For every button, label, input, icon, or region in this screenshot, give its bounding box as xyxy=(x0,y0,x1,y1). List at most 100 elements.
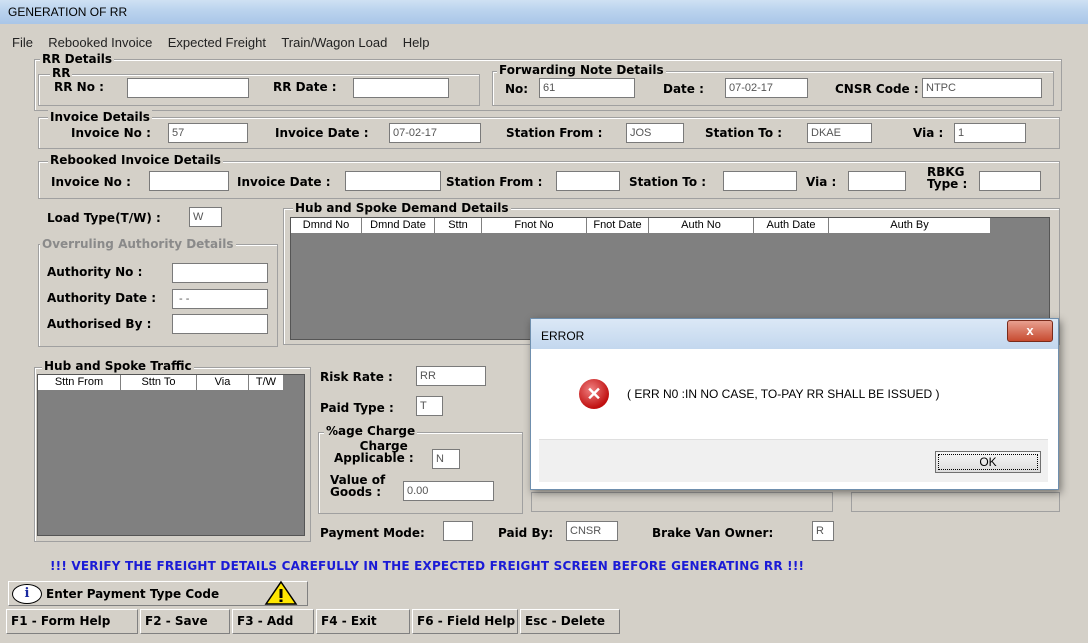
load-type-input[interactable] xyxy=(189,207,222,227)
menu-help[interactable]: Help xyxy=(403,35,430,50)
authority-date-input[interactable] xyxy=(172,289,268,309)
load-type-label: Load Type(T/W) : xyxy=(47,211,161,225)
invoice-no-input[interactable] xyxy=(168,123,248,143)
col-fnot-date[interactable]: Fnot Date xyxy=(587,218,649,234)
via-label: Via : xyxy=(913,126,944,140)
invoice-no-label: Invoice No : xyxy=(71,126,151,140)
authority-no-input[interactable] xyxy=(172,263,268,283)
rebooked-via-input[interactable] xyxy=(848,171,906,191)
menu-rebooked-invoice[interactable]: Rebooked Invoice xyxy=(48,35,152,50)
invoice-date-label: Invoice Date : xyxy=(275,126,369,140)
col-fnot-no[interactable]: Fnot No xyxy=(482,218,587,234)
col-dmnd-date[interactable]: Dmnd Date xyxy=(362,218,435,234)
rr-details-legend: RR Details xyxy=(40,52,114,66)
menu-file[interactable]: File xyxy=(12,35,33,50)
warning-icon xyxy=(264,580,298,606)
col-auth-by[interactable]: Auth By xyxy=(829,218,991,234)
error-dialog-titlebar: ERROR x xyxy=(531,319,1058,349)
station-to-input[interactable] xyxy=(807,123,872,143)
rr-date-input[interactable] xyxy=(353,78,449,98)
fn-no-input[interactable] xyxy=(539,78,635,98)
col-sttn-to[interactable]: Sttn To xyxy=(121,375,197,391)
rr-no-input[interactable] xyxy=(127,78,249,98)
station-to-label: Station To : xyxy=(705,126,783,140)
close-icon[interactable]: x xyxy=(1007,320,1053,342)
traffic-grid-header: Sttn From Sttn To Via T/W xyxy=(38,375,284,391)
authorised-by-label: Authorised By : xyxy=(47,317,152,331)
hidden-panel-right xyxy=(851,492,1060,512)
hidden-panel-left xyxy=(531,492,833,512)
f1-form-help-button[interactable]: F1 - Form Help xyxy=(6,609,138,634)
charge-applicable-label: Charge Applicable : xyxy=(334,440,414,464)
error-dialog: ERROR x ✕ ( ERR N0 :IN NO CASE, TO-PAY R… xyxy=(530,318,1059,490)
authorised-by-input[interactable] xyxy=(172,314,268,334)
col-auth-no[interactable]: Auth No xyxy=(649,218,754,234)
overruling-legend: Overruling Authority Details xyxy=(40,237,236,251)
invoice-legend: Invoice Details xyxy=(48,110,152,124)
fn-no-label: No: xyxy=(505,82,529,96)
menu-train-wagon-load[interactable]: Train/Wagon Load xyxy=(281,35,387,50)
rebooked-station-to-label: Station To : xyxy=(629,175,707,189)
f4-exit-button[interactable]: F4 - Exit xyxy=(316,609,410,634)
freight-warning: !!! VERIFY THE FREIGHT DETAILS CAREFULLY… xyxy=(50,559,805,573)
rebooked-station-from-input[interactable] xyxy=(556,171,620,191)
col-via[interactable]: Via xyxy=(197,375,249,391)
error-dialog-body: ✕ ( ERR N0 :IN NO CASE, TO-PAY RR SHALL … xyxy=(539,349,1048,439)
paid-by-label: Paid By: xyxy=(498,526,554,540)
charge-applicable-input[interactable] xyxy=(432,449,460,469)
menu-bar: File Rebooked Invoice Expected Freight T… xyxy=(12,35,441,53)
col-auth-date[interactable]: Auth Date xyxy=(754,218,829,234)
payment-mode-input[interactable] xyxy=(443,521,473,541)
paid-type-input[interactable] xyxy=(416,396,443,416)
rebooked-invoice-date-input[interactable] xyxy=(345,171,441,191)
cnsr-code-input[interactable] xyxy=(922,78,1042,98)
authority-date-label: Authority Date : xyxy=(47,291,157,305)
risk-rate-input[interactable] xyxy=(416,366,486,386)
authority-no-label: Authority No : xyxy=(47,265,143,279)
brake-van-owner-input[interactable] xyxy=(812,521,834,541)
menu-expected-freight[interactable]: Expected Freight xyxy=(168,35,266,50)
status-message: Enter Payment Type Code xyxy=(46,587,220,601)
rebooked-invoice-date-label: Invoice Date : xyxy=(237,175,331,189)
rebooked-invoice-no-label: Invoice No : xyxy=(51,175,131,189)
station-from-label: Station From : xyxy=(506,126,603,140)
error-icon: ✕ xyxy=(579,379,609,409)
paid-type-label: Paid Type : xyxy=(320,401,394,415)
window-titlebar: GENERATION OF RR xyxy=(0,0,1088,24)
rbkg-type-input[interactable] xyxy=(979,171,1041,191)
value-of-goods-input[interactable] xyxy=(403,481,494,501)
rr-date-label: RR Date : xyxy=(273,80,337,94)
value-label-line2: Goods : xyxy=(330,485,382,499)
col-sttn-from[interactable]: Sttn From xyxy=(38,375,121,391)
col-dmnd-no[interactable]: Dmnd No xyxy=(291,218,362,234)
info-icon: i xyxy=(12,584,42,604)
forwarding-legend: Forwarding Note Details xyxy=(497,63,666,77)
value-of-goods-label: Value of Goods : xyxy=(330,474,385,498)
f6-field-help-button[interactable]: F6 - Field Help xyxy=(412,609,518,634)
ok-button[interactable]: OK xyxy=(935,451,1041,473)
via-input[interactable] xyxy=(954,123,1026,143)
demand-legend: Hub and Spoke Demand Details xyxy=(293,201,511,215)
station-from-input[interactable] xyxy=(626,123,684,143)
rebooked-invoice-no-input[interactable] xyxy=(149,171,229,191)
demand-grid-header: Dmnd No Dmnd Date Sttn Fnot No Fnot Date… xyxy=(291,218,991,234)
col-sttn[interactable]: Sttn xyxy=(435,218,482,234)
traffic-grid[interactable]: Sttn From Sttn To Via T/W xyxy=(37,374,305,536)
error-message: ( ERR N0 :IN NO CASE, TO-PAY RR SHALL BE… xyxy=(627,387,940,401)
fn-date-input[interactable] xyxy=(725,78,808,98)
charge-label-line2: Applicable : xyxy=(334,451,414,465)
rr-no-label: RR No : xyxy=(54,80,104,94)
window-title: GENERATION OF RR xyxy=(8,5,128,19)
col-tw[interactable]: T/W xyxy=(249,375,284,391)
invoice-date-input[interactable] xyxy=(389,123,481,143)
f3-add-button[interactable]: F3 - Add xyxy=(232,609,314,634)
rr-legend: RR xyxy=(50,66,73,80)
error-dialog-title: ERROR xyxy=(541,329,585,343)
rebooked-station-to-input[interactable] xyxy=(723,171,797,191)
rbkg-label-line2: Type : xyxy=(927,177,968,191)
esc-delete-button[interactable]: Esc - Delete xyxy=(520,609,620,634)
risk-rate-label: Risk Rate : xyxy=(320,370,393,384)
cnsr-code-label: CNSR Code : xyxy=(835,82,919,96)
paid-by-input[interactable] xyxy=(566,521,618,541)
f2-save-button[interactable]: F2 - Save xyxy=(140,609,230,634)
